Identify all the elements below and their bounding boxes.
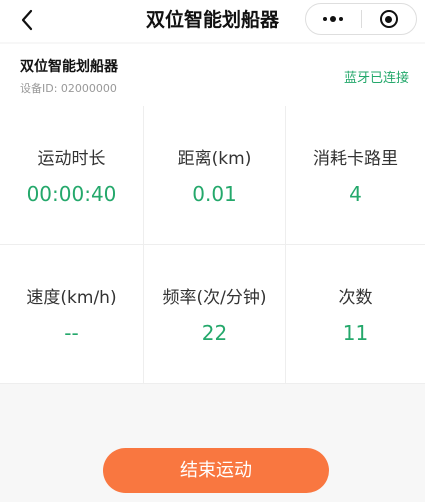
more-dots-icon xyxy=(323,16,344,22)
device-name: 双位智能划船器 xyxy=(20,59,118,75)
mini-program-capsule xyxy=(305,3,417,35)
stat-label: 运动时长 xyxy=(37,149,106,169)
back-button[interactable] xyxy=(10,3,44,37)
stat-label: 频率(次/分钟) xyxy=(162,288,267,308)
stat-label: 速度(km/h) xyxy=(26,288,117,308)
stat-value: 22 xyxy=(201,321,228,345)
nav-bar: 双位智能划船器 xyxy=(0,0,425,42)
end-workout-button[interactable]: 结束运动 xyxy=(103,448,329,493)
chevron-left-icon xyxy=(21,9,33,31)
stat-distance: 距离(km) 0.01 xyxy=(144,106,286,245)
stats-grid: 运动时长 00:00:40 距离(km) 0.01 消耗卡路里 4 速度(km/… xyxy=(0,106,425,384)
device-info-card: 双位智能划船器 设备ID: 02000000 蓝牙已连接 xyxy=(0,44,425,107)
device-id: 设备ID: 02000000 xyxy=(20,82,117,95)
stat-speed: 速度(km/h) -- xyxy=(0,245,144,384)
stat-value: 0.01 xyxy=(192,182,237,206)
stat-label: 次数 xyxy=(338,288,373,308)
stat-frequency: 频率(次/分钟) 22 xyxy=(144,245,286,384)
stat-value: 00:00:40 xyxy=(26,182,117,206)
stat-count: 次数 11 xyxy=(286,245,425,384)
more-button[interactable] xyxy=(306,4,361,34)
stat-value: 4 xyxy=(349,182,362,206)
stat-value: -- xyxy=(64,321,79,345)
close-miniprogram-button[interactable] xyxy=(362,4,417,34)
stat-label: 距离(km) xyxy=(177,149,252,169)
stat-duration: 运动时长 00:00:40 xyxy=(0,106,144,245)
stat-calories: 消耗卡路里 4 xyxy=(286,106,425,245)
target-circle-icon xyxy=(379,10,398,28)
stat-label: 消耗卡路里 xyxy=(313,149,398,169)
bluetooth-status: 蓝牙已连接 xyxy=(343,71,409,86)
stat-value: 11 xyxy=(342,321,369,345)
